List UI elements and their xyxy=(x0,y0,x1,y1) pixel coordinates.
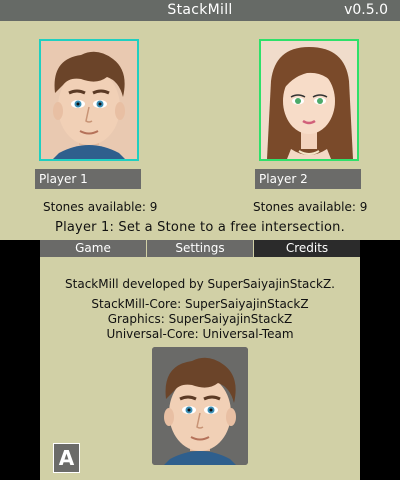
app-version: v0.5.0 xyxy=(344,2,388,18)
app-title: StackMill xyxy=(167,2,233,18)
game-status-message: Player 1: Set a Stone to a free intersec… xyxy=(55,220,345,235)
tab-credits[interactable]: Credits xyxy=(254,240,360,257)
credits-core: StackMill-Core: SuperSaiyajinStackZ xyxy=(91,297,309,311)
app-screen: StackMill v0.5.0 Player 1 Player 2 Stone… xyxy=(0,0,400,480)
a-button[interactable]: A xyxy=(53,443,80,473)
credits-developer: StackMill developed by SuperSaiyajinStac… xyxy=(65,277,335,291)
player1-avatar[interactable] xyxy=(39,39,139,161)
title-bar: StackMill v0.5.0 xyxy=(0,0,400,21)
player1-name: Player 1 xyxy=(35,169,141,189)
player2-avatar[interactable] xyxy=(259,39,359,161)
tab-settings[interactable]: Settings xyxy=(147,240,254,257)
developer-avatar xyxy=(152,347,248,465)
tab-game[interactable]: Game xyxy=(40,240,147,257)
tab-bar: Game Settings Credits xyxy=(40,240,360,257)
credits-graphics: Graphics: SuperSaiyajinStackZ xyxy=(107,312,293,326)
bottom-screen: Game Settings Credits StackMill develope… xyxy=(40,240,360,480)
top-screen: StackMill v0.5.0 Player 1 Player 2 Stone… xyxy=(0,0,400,240)
player2-name: Player 2 xyxy=(255,169,361,189)
player1-stones-available: Stones available: 9 xyxy=(43,200,158,214)
credits-universal-core: Universal-Core: Universal-Team xyxy=(106,327,294,341)
player2-stones-available: Stones available: 9 xyxy=(253,200,368,214)
